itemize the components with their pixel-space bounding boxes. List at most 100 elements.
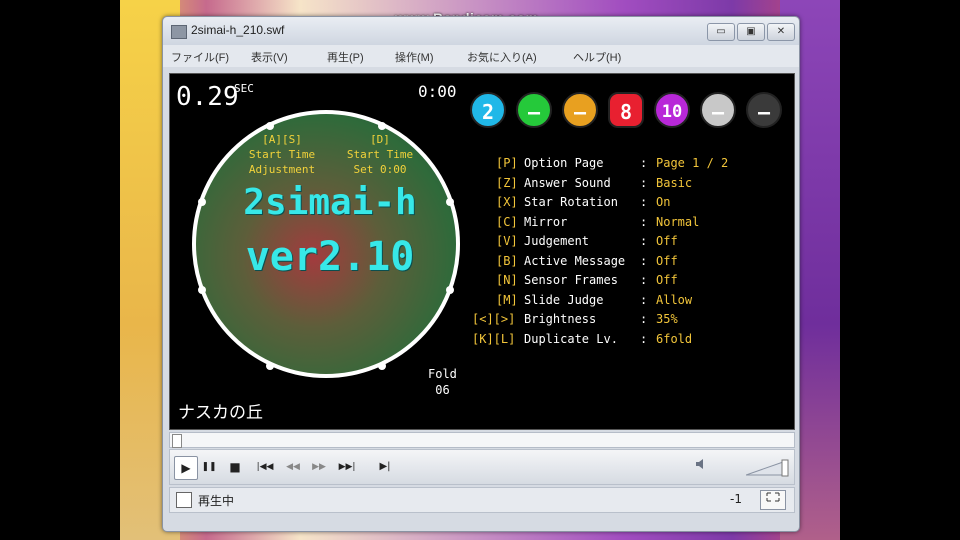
option-key: [N]: [496, 273, 518, 287]
rewind-button[interactable]: ◀◀: [282, 456, 304, 478]
right-label-line2: Set 0:00: [353, 163, 407, 176]
window-title: 2simai-h_210.swf: [191, 23, 285, 37]
status-bar: 再生中 -1: [169, 487, 795, 513]
seek-bar[interactable]: [169, 432, 795, 448]
left-key-hint: [A][S] Start Time Adjustment: [232, 132, 332, 177]
option-name: Star Rotation: [524, 195, 618, 209]
status-number: -1: [730, 492, 742, 506]
difficulty-badge[interactable]: 10: [654, 92, 690, 128]
option-separator: :: [640, 214, 648, 229]
minimize-button[interactable]: ▭: [707, 23, 735, 41]
maximize-button[interactable]: ▣: [737, 23, 765, 41]
option-name: Slide Judge: [524, 292, 604, 307]
game-title: 2simai-h: [243, 182, 417, 223]
option-key: [<][>]: [472, 312, 516, 326]
menu-view[interactable]: 表示(V): [251, 49, 288, 65]
option-value: Allow: [656, 292, 693, 307]
status-icon: [176, 492, 192, 508]
option-separator: :: [640, 156, 648, 170]
option-separator: :: [640, 292, 648, 307]
ring-sensor-dot: [378, 362, 386, 370]
option-value: On: [656, 195, 671, 209]
difficulty-badge[interactable]: –: [700, 92, 736, 128]
ring-sensor-dot: [198, 198, 206, 206]
rewind-start-button[interactable]: |◀◀: [254, 456, 276, 478]
option-value: 6fold: [656, 331, 693, 346]
title-bar: 2simai-h_210.swf ▭ ▣ ✕: [163, 17, 799, 45]
option-key: [X]: [496, 195, 518, 209]
left-key: [A][S]: [262, 133, 302, 146]
option-value: Off: [656, 234, 678, 248]
right-label-line1: Start Time: [346, 148, 414, 161]
pause-button[interactable]: ❚❚: [198, 456, 220, 478]
right-key-hint: [D] Start Time Set 0:00: [330, 132, 430, 177]
forward-button[interactable]: ▶▶: [308, 456, 330, 478]
right-key: [D]: [370, 133, 390, 146]
menu-bar: ファイル(F) 表示(V) 再生(P) 操作(M) お気に入り(A) ヘルプ(H…: [163, 45, 799, 67]
difficulty-badge[interactable]: 2: [470, 92, 506, 128]
ring-sensor-dot: [378, 122, 386, 130]
status-text: 再生中: [198, 494, 235, 508]
volume-slider[interactable]: [746, 459, 790, 477]
option-key: [Z]: [496, 175, 518, 190]
step-button[interactable]: ▶|: [374, 456, 396, 478]
option-key: [B]: [496, 253, 518, 268]
option-separator: :: [640, 253, 648, 268]
forward-end-button[interactable]: ▶▶|: [336, 456, 358, 478]
option-value: Page 1 / 2: [656, 156, 729, 170]
left-label-line1: Start Time: [248, 148, 316, 161]
volume-icon[interactable]: [690, 456, 712, 478]
option-value: Normal: [656, 214, 700, 229]
option-name: Option Page: [524, 156, 604, 170]
option-value: Off: [656, 273, 678, 287]
option-name: Duplicate Lv.: [524, 331, 618, 346]
seek-thumb[interactable]: [172, 434, 182, 448]
menu-play[interactable]: 再生(P): [327, 49, 364, 65]
close-button[interactable]: ✕: [767, 23, 795, 41]
option-name: Active Message: [524, 253, 626, 268]
ring-sensor-dot: [266, 362, 274, 370]
ring-sensor-dot: [198, 286, 206, 294]
option-name: Mirror: [524, 214, 568, 229]
fullscreen-button[interactable]: [760, 490, 786, 510]
ring-sensor-dot: [266, 122, 274, 130]
fold-value: 06: [435, 383, 450, 397]
option-name: Sensor Frames: [524, 273, 618, 287]
play-button[interactable]: ▶: [174, 456, 198, 480]
difficulty-badge[interactable]: –: [746, 92, 782, 128]
menu-file[interactable]: ファイル(F): [171, 49, 229, 65]
option-value: Basic: [656, 175, 693, 190]
stop-button[interactable]: ■: [224, 456, 246, 478]
timer-value: 0.29: [176, 82, 239, 112]
option-key: [K][L]: [472, 331, 516, 346]
option-separator: :: [640, 195, 648, 209]
option-separator: :: [640, 273, 648, 287]
menu-control[interactable]: 操作(M): [395, 49, 434, 65]
option-separator: :: [640, 331, 648, 346]
ring-sensor-dot: [446, 286, 454, 294]
playback-controls: ▶ ❚❚ ■ |◀◀ ◀◀ ▶▶ ▶▶| ▶|: [169, 449, 795, 485]
flash-stage[interactable]: 0.29 SEC 0:00 [A][S] Start Time Adjustme…: [169, 73, 795, 430]
app-icon: [171, 25, 187, 39]
menu-help[interactable]: ヘルプ(H): [573, 49, 621, 65]
menu-favorites[interactable]: お気に入り(A): [467, 49, 537, 65]
option-name: Answer Sound: [524, 175, 611, 190]
option-separator: :: [640, 312, 648, 326]
left-label-line2: Adjustment: [248, 163, 316, 176]
option-key: [M]: [496, 292, 518, 307]
option-separator: :: [640, 234, 648, 248]
game-version: ver2.10: [245, 234, 415, 280]
difficulty-badge[interactable]: 8: [608, 92, 644, 128]
option-separator: :: [640, 175, 648, 190]
player-window: 2simai-h_210.swf ▭ ▣ ✕ ファイル(F) 表示(V) 再生(…: [162, 16, 800, 532]
fold-indicator: Fold 06: [428, 366, 457, 398]
option-name: Judgement: [524, 234, 590, 248]
option-value: 35%: [656, 312, 678, 326]
song-clock: 0:00: [418, 82, 457, 101]
difficulty-badge[interactable]: –: [516, 92, 552, 128]
option-key: [C]: [496, 214, 518, 229]
difficulty-badge[interactable]: –: [562, 92, 598, 128]
timer-unit: SEC: [234, 82, 254, 95]
fold-label: Fold: [428, 367, 457, 381]
option-key: [V]: [496, 234, 518, 248]
